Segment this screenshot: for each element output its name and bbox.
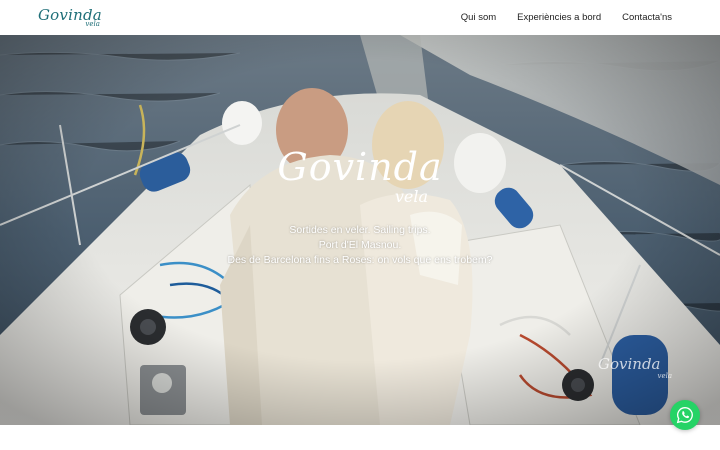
nav-link-contacta[interactable]: Contacta'ns — [622, 12, 672, 23]
hero-logo: Govinda vela — [270, 145, 450, 209]
watermark-wordmark: Govinda — [598, 355, 661, 373]
hero-logo-subtitle: vela — [394, 187, 428, 206]
logo-subtitle: vela — [85, 19, 100, 28]
nav-link-experiencies[interactable]: Experiències a bord — [517, 12, 601, 23]
whatsapp-chat-button[interactable] — [670, 400, 700, 430]
site-logo[interactable]: Govinda vela — [38, 7, 102, 28]
video-watermark-logo: Govinda vela — [598, 355, 678, 387]
nav-link-qui-som[interactable]: Qui som — [461, 12, 496, 23]
hero-tagline-line: Des de Barcelona fins a Roses: on vols q… — [227, 254, 493, 266]
main-nav: Qui som Experiències a bord Contacta'ns — [461, 12, 672, 23]
hero-tagline-line: Sortides en veler. Sailing trips. — [289, 224, 431, 236]
hero-logo-wordmark: Govinda — [277, 145, 443, 189]
watermark-subtitle: vela — [657, 372, 672, 380]
whatsapp-icon — [676, 406, 693, 424]
content-below-hero — [0, 425, 720, 450]
site-header: Govinda vela Qui som Experiències a bord… — [0, 0, 720, 35]
hero-section: Govinda vela Sortides en veler. Sailing … — [0, 35, 720, 425]
hero-tagline-line: Port d'El Masnou. — [318, 239, 402, 251]
hero-tagline: Sortides en veler. Sailing trips. Port d… — [228, 223, 493, 268]
